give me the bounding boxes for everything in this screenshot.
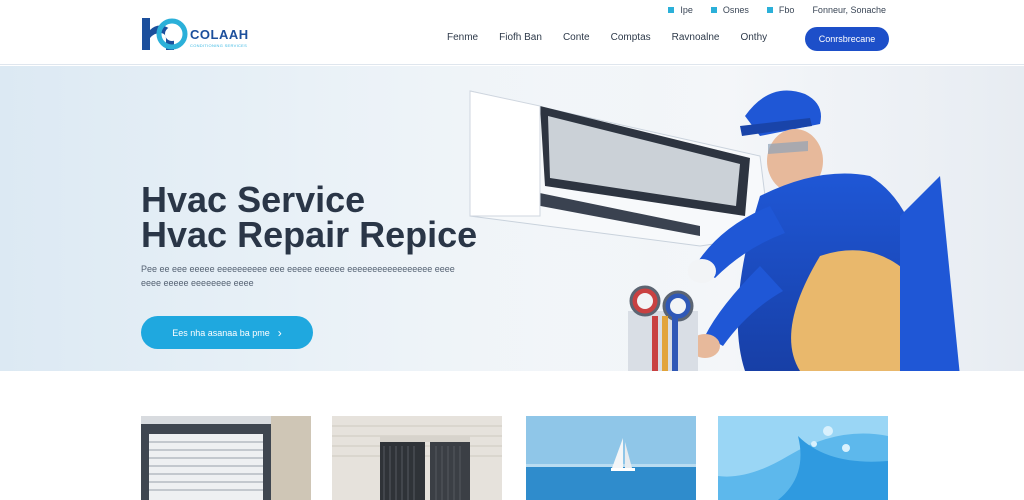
service-cards [141, 416, 888, 500]
mail-icon [710, 7, 717, 13]
service-card-hvac[interactable] [332, 416, 502, 500]
service-card-water[interactable] [718, 416, 888, 500]
clock-icon [766, 7, 773, 13]
service-card-window[interactable] [141, 416, 311, 500]
utility-bar: Ipe Osnes Fbo Fonneur, Sonache [668, 4, 886, 16]
logo-tagline: CONDITIONING SERVICES [190, 43, 248, 48]
site-header: COLAAH CONDITIONING SERVICES Ipe Osnes F… [0, 0, 1024, 65]
nav-link[interactable]: Onthy [740, 32, 767, 43]
hero-cta-button[interactable]: Ees nha asanaa ba pme › [141, 316, 313, 349]
utility-item[interactable]: Osnes [710, 5, 749, 15]
hero-section: Hvac Service Hvac Repair Repice Pee ee e… [0, 66, 1024, 371]
logo-mark-icon [142, 18, 188, 50]
chevron-right-icon: › [277, 325, 282, 340]
hvac-unit-image [332, 416, 502, 500]
water-splash-image [718, 416, 888, 500]
header-cta-button[interactable]: Conrsbrecane [805, 27, 889, 51]
nav-link[interactable]: Comptas [611, 32, 651, 43]
nav-link[interactable]: Fenme [447, 32, 478, 43]
utility-item[interactable]: Ipe [668, 5, 693, 15]
logo[interactable]: COLAAH CONDITIONING SERVICES [140, 16, 280, 52]
logo-name: COLAAH [190, 27, 249, 42]
window-shutter-image [141, 416, 311, 500]
hero-cta-label: Ees nha asanaa ba pme [172, 327, 270, 338]
phone-icon [668, 7, 675, 13]
sailboat-image [526, 416, 696, 500]
hero-subtitle: Hvac Repair Repice [141, 214, 478, 255]
nav-link[interactable]: Fiofh Ban [499, 32, 542, 43]
service-card-sea[interactable] [526, 416, 696, 500]
nav-link[interactable]: Conte [563, 32, 590, 43]
hero-description: Pee ee eee eeeee eeeeeeeeee eee eeeee ee… [141, 264, 455, 288]
nav-link[interactable]: Ravnoalne [672, 32, 720, 43]
main-nav: Fenme Fiofh Ban Conte Comptas Ravnoalne … [447, 32, 767, 43]
utility-item[interactable]: Fbo [766, 5, 794, 15]
utility-item[interactable]: Fonneur, Sonache [812, 5, 886, 15]
